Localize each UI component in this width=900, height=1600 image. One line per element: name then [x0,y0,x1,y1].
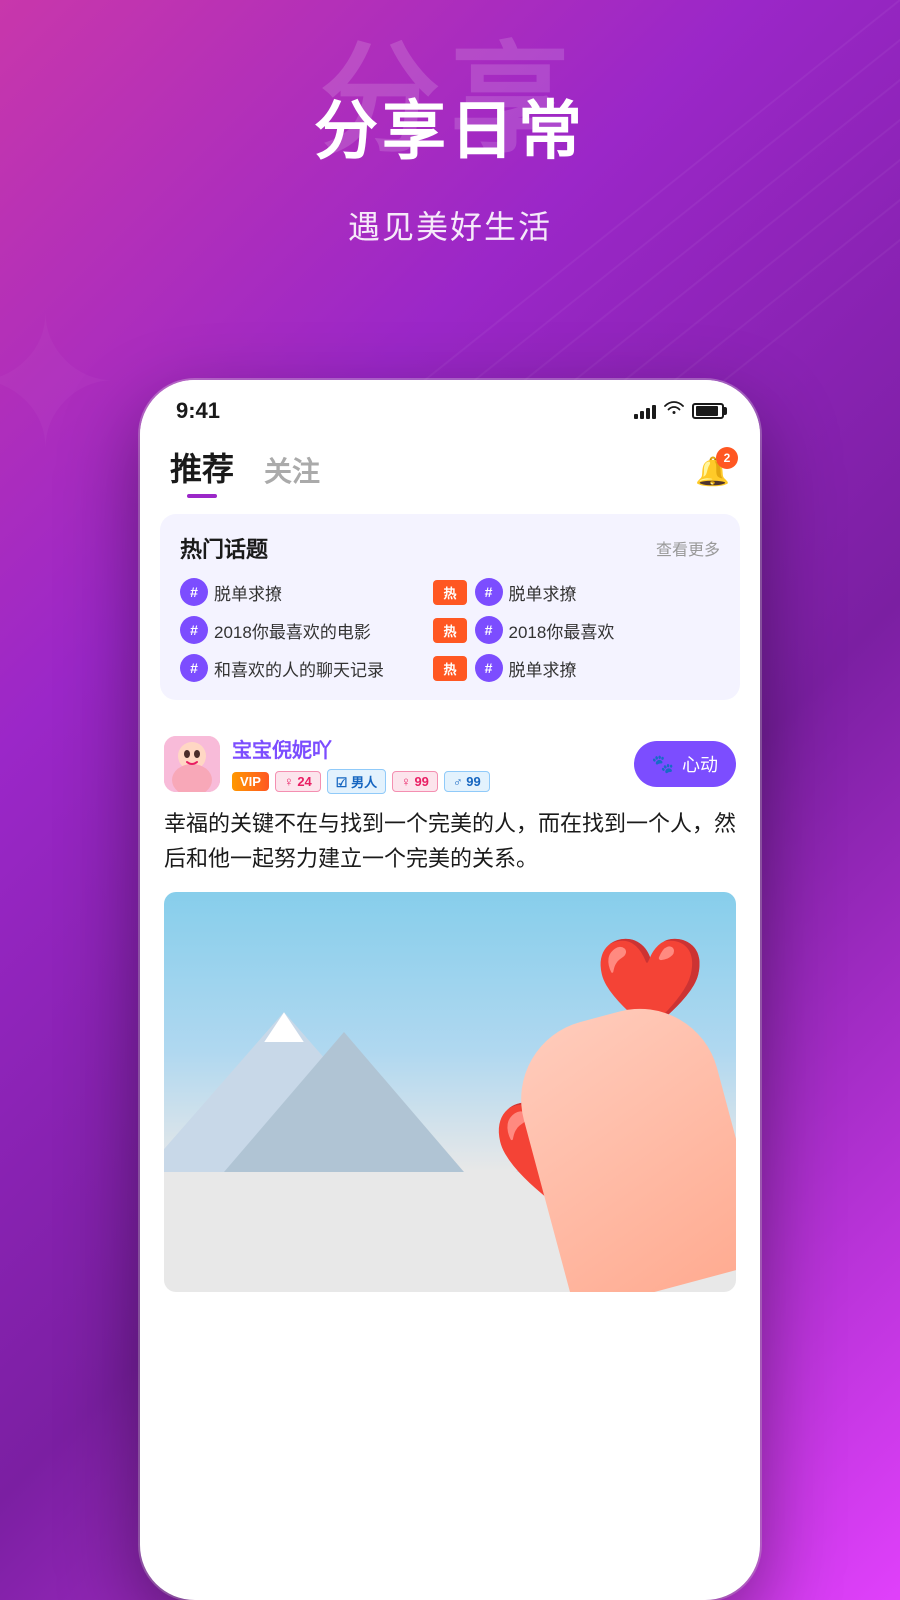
male-count-tag: ♂ 99 [444,771,490,792]
female-count-tag: ♀ 99 [392,771,438,792]
hashtag-icon: # [475,578,503,606]
status-bar: 9:41 [140,380,760,434]
post-header: 宝宝倪妮吖 VIP ♀ 24 ☑ 男人 ♀ 99 ♂ 99 🐾 心动 [164,734,736,794]
wifi-icon [664,401,684,422]
paw-icon: 🐾 [652,754,674,775]
hot-topics-header: 热门话题 查看更多 [180,532,720,564]
list-item[interactable]: # 2018你最喜欢 [475,616,721,644]
star-decoration: ✦ [0,280,121,489]
post-user-info: 宝宝倪妮吖 VIP ♀ 24 ☑ 男人 ♀ 99 ♂ 99 [164,734,490,794]
heart-button[interactable]: 🐾 心动 [634,741,736,787]
hot-badge: 热 [433,656,466,681]
list-item[interactable]: # 脱单求撩 [475,654,721,682]
hand-shape [503,991,736,1292]
username: 宝宝倪妮吖 [232,734,490,763]
user-tags: VIP ♀ 24 ☑ 男人 ♀ 99 ♂ 99 [232,769,490,794]
vip-tag: VIP [232,772,269,791]
notification-badge: 2 [716,447,738,469]
list-item[interactable]: # 脱单求撩 [180,578,425,606]
hearts-overlay: ❤️ ❤️ [421,892,736,1292]
hot-topic-text: 2018你最喜欢 [509,618,615,643]
hot-topic-text: 脱单求撩 [509,656,577,681]
hot-topic-text: 脱单求撩 [509,580,577,605]
heart-button-label: 心动 [682,751,718,777]
nav-left: 推荐 关注 [170,444,320,498]
hot-topic-text: 2018你最喜欢的电影 [214,618,371,643]
hero-title: 分享日常 [0,80,900,172]
hot-badge: 热 [433,618,466,643]
hot-topics-more-link[interactable]: 查看更多 [656,536,720,560]
status-time: 9:41 [176,398,220,424]
hero-section: 分享 分享日常 遇见美好生活 [0,60,900,248]
hashtag-icon: # [475,616,503,644]
hashtag-icon: # [180,578,208,606]
hot-topic-text: 和喜欢的人的聊天记录 [214,656,384,681]
list-item[interactable]: # 和喜欢的人的聊天记录 [180,654,425,682]
user-info: 宝宝倪妮吖 VIP ♀ 24 ☑ 男人 ♀ 99 ♂ 99 [232,734,490,794]
hot-topic-text: 脱单求撩 [214,580,282,605]
nav-tabs: 推荐 关注 🔔 2 [140,434,760,498]
notification-bell-button[interactable]: 🔔 2 [695,455,730,488]
post-text-content: 幸福的关键不在与找到一个完美的人，而在找到一个人，然后和他一起努力建立一个完美的… [164,806,736,876]
hero-subtitle: 遇见美好生活 [0,202,900,248]
list-item[interactable]: # 2018你最喜欢的电影 [180,616,425,644]
gender-age-tag: ♀ 24 [275,771,321,792]
battery-icon [692,403,724,419]
phone-frame: 9:41 [140,380,760,1600]
hand-heart-area: ❤️ ❤️ [421,892,736,1292]
tab-following[interactable]: 关注 [264,450,320,498]
hot-badge: 热 [433,580,466,605]
member-tag: ☑ 男人 [327,769,386,794]
post-image: ❤️ ❤️ [164,892,736,1292]
phone-mockup: 9:41 [140,380,760,1600]
hashtag-icon: # [475,654,503,682]
hashtag-icon: # [180,616,208,644]
hashtag-icon: # [180,654,208,682]
status-icons [634,401,724,422]
tab-recommended[interactable]: 推荐 [170,444,234,498]
hot-topics-section: 热门话题 查看更多 # 脱单求撩 热 # 脱单求撩 # 2018你最喜欢的电 [160,514,740,700]
post-card: 宝宝倪妮吖 VIP ♀ 24 ☑ 男人 ♀ 99 ♂ 99 🐾 心动 [140,716,760,1302]
list-item[interactable]: # 脱单求撩 [475,578,721,606]
avatar [164,736,220,792]
signal-bars-icon [634,403,656,419]
hot-topics-title: 热门话题 [180,532,268,564]
hot-topics-grid: # 脱单求撩 热 # 脱单求撩 # 2018你最喜欢的电影 热 # 2018你最… [180,578,720,682]
